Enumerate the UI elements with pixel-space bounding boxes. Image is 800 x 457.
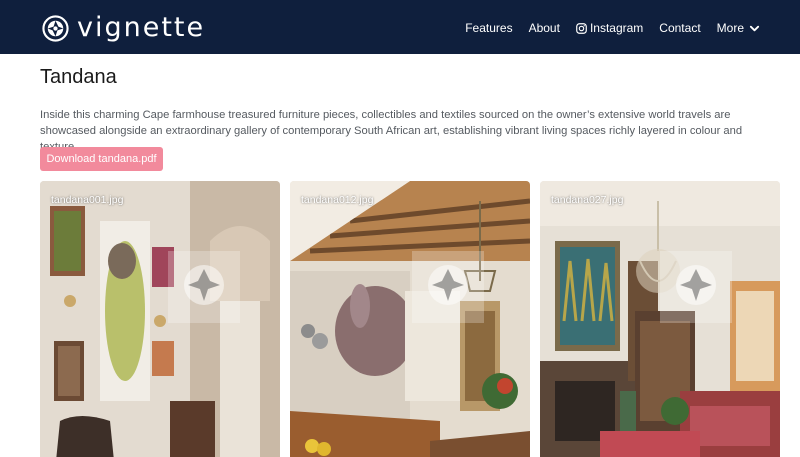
nav-menu: Features About Instagram Contact More <box>449 18 760 38</box>
gallery-caption: tandana012.jpg <box>301 194 374 206</box>
nav-dropdown-more[interactable]: More <box>717 21 760 35</box>
gallery-caption: tandana027.jpg <box>551 194 624 206</box>
instagram-icon <box>576 22 587 34</box>
watermark-aperture-icon <box>412 251 484 323</box>
gallery-caption: tandana001.jpg <box>51 194 124 206</box>
watermark-aperture-icon <box>168 251 240 323</box>
nav-link-instagram-label: Instagram <box>589 21 644 35</box>
nav-more-label: More <box>716 21 744 35</box>
nav-link-about[interactable]: About <box>529 21 560 35</box>
watermark-aperture-icon <box>660 251 732 323</box>
gallery-item[interactable]: tandana012.jpg <box>290 181 530 457</box>
gallery-item[interactable]: tandana001.jpg <box>40 181 280 457</box>
brand-name: vignette <box>77 12 206 43</box>
download-pdf-button[interactable]: Download tandana.pdf <box>40 147 163 171</box>
gallery-photo <box>290 181 530 457</box>
nav-link-contact[interactable]: Contact <box>659 21 700 35</box>
navbar: vignette Features About Instagram Contac… <box>0 0 800 54</box>
gallery-photo <box>40 181 280 457</box>
brand-logo[interactable]: vignette <box>42 11 205 45</box>
aperture-logo-icon <box>42 14 69 42</box>
page-title: Tandana <box>40 66 117 88</box>
nav-link-instagram[interactable]: Instagram <box>576 21 643 35</box>
gallery-item[interactable]: tandana027.jpg <box>540 181 780 457</box>
nav-link-features[interactable]: Features <box>465 21 512 35</box>
chevron-down-icon <box>749 25 760 31</box>
